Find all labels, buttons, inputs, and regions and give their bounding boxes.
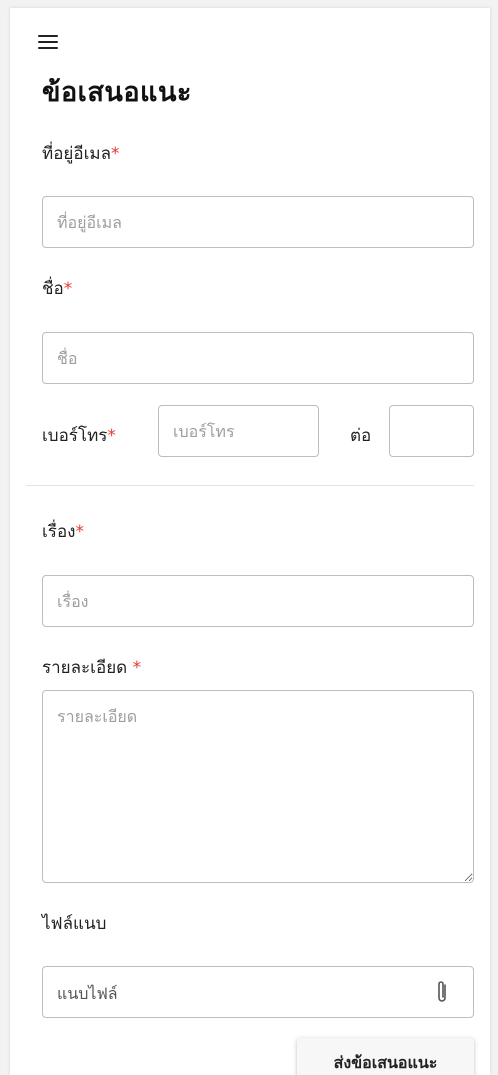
name-label-text: ชื่อ (42, 279, 64, 299)
divider (26, 485, 474, 486)
details-label: รายละเอียด * (42, 654, 141, 681)
hamburger-menu-icon[interactable] (38, 33, 60, 51)
email-input[interactable] (42, 196, 474, 248)
paperclip-icon[interactable] (435, 979, 449, 1005)
extension-input[interactable] (389, 405, 474, 457)
page-title: ข้อเสนอแนะ (42, 77, 192, 108)
details-label-text: รายละเอียด (42, 658, 133, 678)
extension-label: ต่อ (350, 426, 372, 446)
phone-required-mark: * (107, 426, 116, 446)
details-required-mark: * (132, 658, 142, 678)
name-required-mark: * (63, 279, 73, 299)
details-textarea[interactable] (42, 690, 474, 883)
subject-label-text: เรื่อง (42, 522, 76, 542)
feedback-panel: ข้อเสนอแนะ ที่อยู่อีเมล* ชื่อ* เบอร์โทร*… (10, 8, 490, 1075)
attach-file-text: แนบไฟล์ (57, 984, 118, 1003)
subject-label: เรื่อง* (42, 518, 84, 545)
phone-input[interactable] (158, 405, 319, 457)
submit-feedback-button[interactable]: ส่งข้อเสนอแนะ (297, 1038, 474, 1075)
name-input[interactable] (42, 332, 474, 384)
email-required-mark: * (111, 144, 120, 164)
subject-input[interactable] (42, 575, 474, 627)
email-label: ที่อยู่อีเมล* (42, 140, 120, 167)
phone-label-text: เบอร์โทร (42, 426, 108, 446)
attach-file-field[interactable]: แนบไฟล์ (42, 966, 474, 1018)
phone-label: เบอร์โทร* (42, 422, 116, 449)
subject-required-mark: * (75, 522, 84, 542)
email-label-text: ที่อยู่อีเมล (42, 144, 112, 164)
name-label: ชื่อ* (42, 275, 72, 302)
attachment-label: ไฟล์แนบ (42, 914, 107, 934)
